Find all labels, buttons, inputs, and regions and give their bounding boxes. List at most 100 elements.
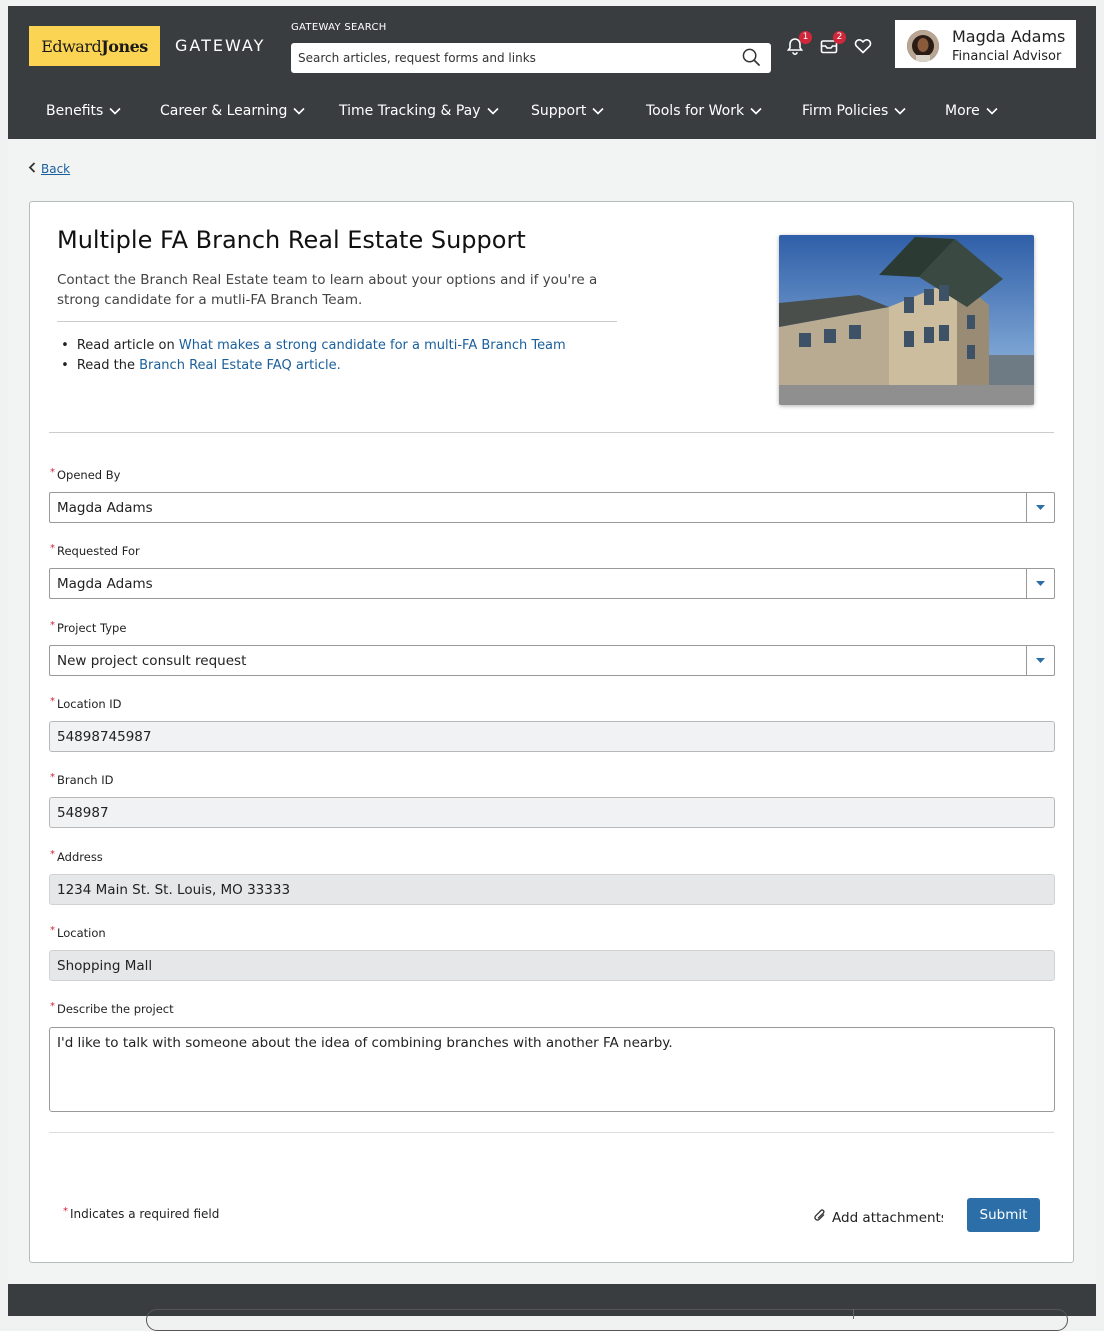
required-asterisk: * (50, 925, 55, 936)
required-asterisk: * (63, 1206, 68, 1217)
nav-item-time-tracking-pay[interactable]: Time Tracking & Pay (339, 103, 499, 119)
chevron-down-icon (894, 103, 906, 119)
user-profile-button[interactable]: Magda Adams Financial Advisor (893, 18, 1078, 70)
nav-item-benefits[interactable]: Benefits (46, 103, 121, 119)
describe-project-textarea[interactable]: I'd like to talk with someone about the … (49, 1027, 1055, 1112)
required-field-note: * Indicates a required field (63, 1206, 219, 1221)
search-icon[interactable] (742, 48, 761, 71)
request-form-card: Multiple FA Branch Real Estate Support C… (29, 201, 1074, 1263)
nav-item-tools-for-work[interactable]: Tools for Work (646, 103, 762, 119)
field-label: * Requested For (50, 543, 140, 558)
user-role: Financial Advisor (952, 49, 1062, 64)
list-item: • Read article on What makes a strong ca… (57, 336, 566, 356)
field-label: * Address (50, 849, 103, 864)
address-field: 1234 Main St. St. Louis, MO 33333 (49, 874, 1055, 905)
resource-list: • Read article on What makes a strong ca… (57, 336, 566, 376)
bullet-dot: • (57, 358, 69, 373)
required-asterisk: * (50, 620, 55, 631)
nav-label: Career & Learning (160, 103, 288, 119)
inbox-icon[interactable]: 2 (819, 31, 846, 58)
faq-article-link[interactable]: Branch Real Estate FAQ article. (139, 358, 341, 373)
bullet-prefix: Read the (76, 358, 140, 373)
field-label: * Branch ID (50, 772, 114, 787)
dropdown-caret-icon[interactable] (1026, 569, 1054, 598)
nav-item-more[interactable]: More (945, 103, 998, 119)
divider (49, 432, 1054, 433)
list-item: • Read the Branch Real Estate FAQ articl… (57, 356, 566, 376)
opened-by-select[interactable]: Magda Adams (49, 492, 1055, 523)
branch-id-field[interactable]: 548987 (49, 797, 1055, 828)
nav-label: Time Tracking & Pay (339, 103, 481, 119)
chevron-down-icon (293, 103, 305, 119)
chevron-down-icon (986, 103, 998, 119)
address-value: 1234 Main St. St. Louis, MO 33333 (57, 882, 291, 898)
required-asterisk: * (50, 772, 55, 783)
branch-id-label: Branch ID (57, 773, 114, 787)
logo-text-jones: Jones (101, 36, 148, 56)
chevron-down-icon (109, 103, 121, 119)
footer-divider (853, 1309, 854, 1319)
add-attachments-button[interactable]: Add attachments (813, 1208, 943, 1227)
location-id-value: 54898745987 (57, 729, 152, 745)
branch-building-photo (779, 235, 1034, 405)
dropdown-caret-icon[interactable] (1026, 646, 1054, 675)
requested-for-value: Magda Adams (57, 576, 153, 592)
required-asterisk: * (50, 1001, 55, 1012)
required-asterisk: * (50, 849, 55, 860)
strong-candidate-article-link[interactable]: What makes a strong candidate for a mult… (179, 338, 566, 353)
location-field: Shopping Mall (49, 950, 1055, 981)
back-link[interactable]: Back (28, 162, 70, 176)
field-label: * Location ID (50, 696, 122, 711)
favorites-heart-icon[interactable] (853, 36, 875, 58)
notifications-bell-icon[interactable]: 1 (785, 31, 812, 58)
branch-id-value: 548987 (57, 805, 109, 821)
location-id-label: Location ID (57, 697, 122, 711)
user-name: Magda Adams (952, 27, 1066, 46)
list-item-text: Read article on What makes a strong cand… (77, 336, 566, 356)
nav-item-support[interactable]: Support (531, 103, 604, 119)
field-label: * Project Type (50, 620, 127, 635)
opened-by-value: Magda Adams (57, 500, 153, 516)
submit-button[interactable]: Submit (967, 1198, 1040, 1232)
edward-jones-logo[interactable]: Edward Jones (29, 26, 160, 66)
nav-label: Firm Policies (802, 103, 889, 119)
footer-bar (146, 1309, 1068, 1331)
nav-label: Tools for Work (646, 103, 745, 119)
search-box (291, 43, 771, 73)
chevron-left-icon (28, 162, 36, 176)
address-label: Address (57, 850, 103, 864)
required-asterisk: * (50, 696, 55, 707)
field-label: * Location (50, 925, 106, 940)
logo-text-edward: Edward (41, 36, 102, 56)
nav-label: Support (531, 103, 587, 119)
top-header: EdwardJones GATEWAY GATEWAY SEARCH 1 2 M… (8, 6, 1096, 88)
nav-item-career-learning[interactable]: Career & Learning (160, 103, 305, 119)
requested-for-label: Requested For (57, 544, 140, 558)
field-label: * Opened By (50, 467, 121, 482)
search-input[interactable] (298, 43, 728, 73)
chevron-down-icon (486, 103, 499, 119)
main-nav: Benefits Career & Learning Time Tracking… (8, 88, 1096, 139)
describe-project-value: I'd like to talk with someone about the … (57, 1035, 673, 1051)
back-label: Back (41, 162, 71, 176)
project-type-label: Project Type (57, 621, 127, 635)
inbox-badge: 2 (833, 31, 846, 44)
project-type-value: New project consult request (57, 653, 247, 669)
bullet-dot: • (57, 338, 69, 353)
requested-for-select[interactable]: Magda Adams (49, 568, 1055, 599)
gateway-label: GATEWAY (175, 36, 266, 55)
bullet-prefix: Read article on (76, 338, 179, 353)
field-label: * Describe the project (50, 1001, 174, 1016)
chevron-down-icon (750, 103, 762, 119)
opened-by-label: Opened By (57, 468, 121, 482)
location-id-field[interactable]: 54898745987 (49, 721, 1055, 752)
list-item-text: Read the Branch Real Estate FAQ article. (77, 356, 341, 376)
nav-label: More (945, 103, 980, 119)
page-title: Multiple FA Branch Real Estate Support (57, 226, 526, 254)
project-type-select[interactable]: New project consult request (49, 645, 1055, 676)
divider (57, 321, 617, 322)
describe-project-label: Describe the project (57, 1002, 174, 1016)
location-label: Location (57, 926, 106, 940)
nav-item-firm-policies[interactable]: Firm Policies (802, 103, 906, 119)
dropdown-caret-icon[interactable] (1026, 493, 1054, 522)
